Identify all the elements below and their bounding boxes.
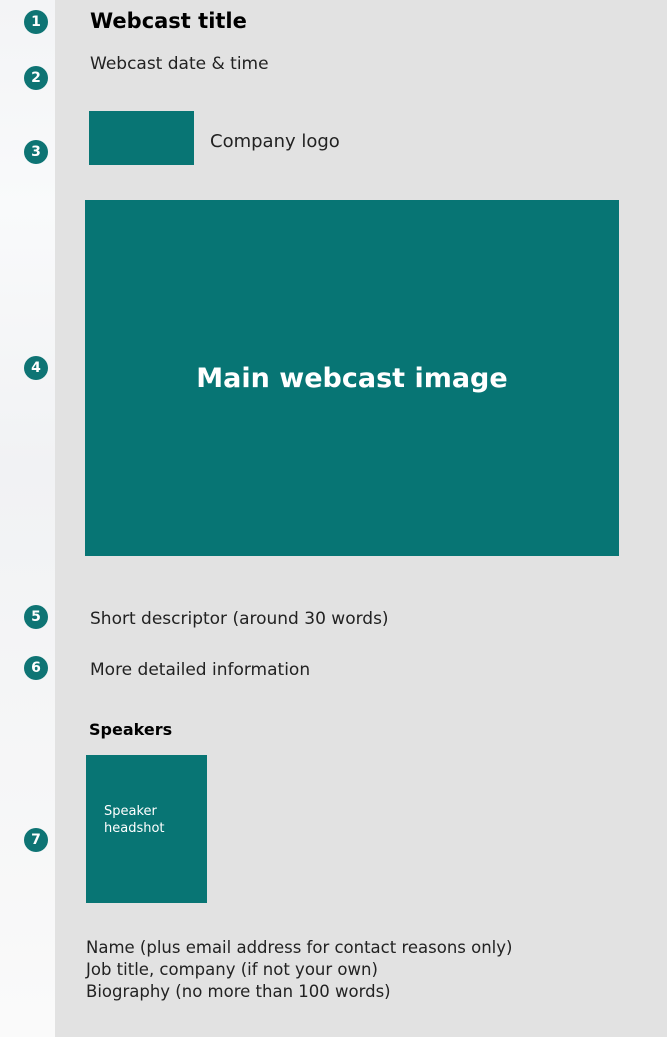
main-webcast-image-placeholder: Main webcast image — [85, 200, 619, 556]
company-logo-label: Company logo — [210, 131, 340, 152]
short-descriptor: Short descriptor (around 30 words) — [90, 609, 389, 629]
step-badge-4: 4 — [24, 356, 48, 380]
speakers-heading: Speakers — [89, 720, 173, 739]
step-badge-7: 7 — [24, 828, 48, 852]
step-badge-5: 5 — [24, 605, 48, 629]
company-logo-placeholder — [89, 111, 194, 165]
webcast-title: Webcast title — [90, 9, 247, 33]
speaker-info-job-title: Job title, company (if not your own) — [86, 960, 378, 979]
main-webcast-image-label: Main webcast image — [196, 362, 508, 394]
step-badge-2: 2 — [24, 66, 48, 90]
speaker-headshot-placeholder: Speaker headshot — [86, 755, 207, 903]
speaker-headshot-label: Speaker headshot — [104, 804, 165, 836]
detailed-information: More detailed information — [90, 660, 311, 680]
step-badge-6: 6 — [24, 656, 48, 680]
step-badge-3: 3 — [24, 140, 48, 164]
speaker-info: Name (plus email address for contact rea… — [86, 937, 512, 1003]
speaker-info-name: Name (plus email address for contact rea… — [86, 938, 513, 957]
speaker-info-biography: Biography (no more than 100 words) — [86, 982, 391, 1001]
step-badge-1: 1 — [24, 10, 48, 34]
webcast-date-time: Webcast date & time — [90, 54, 269, 74]
